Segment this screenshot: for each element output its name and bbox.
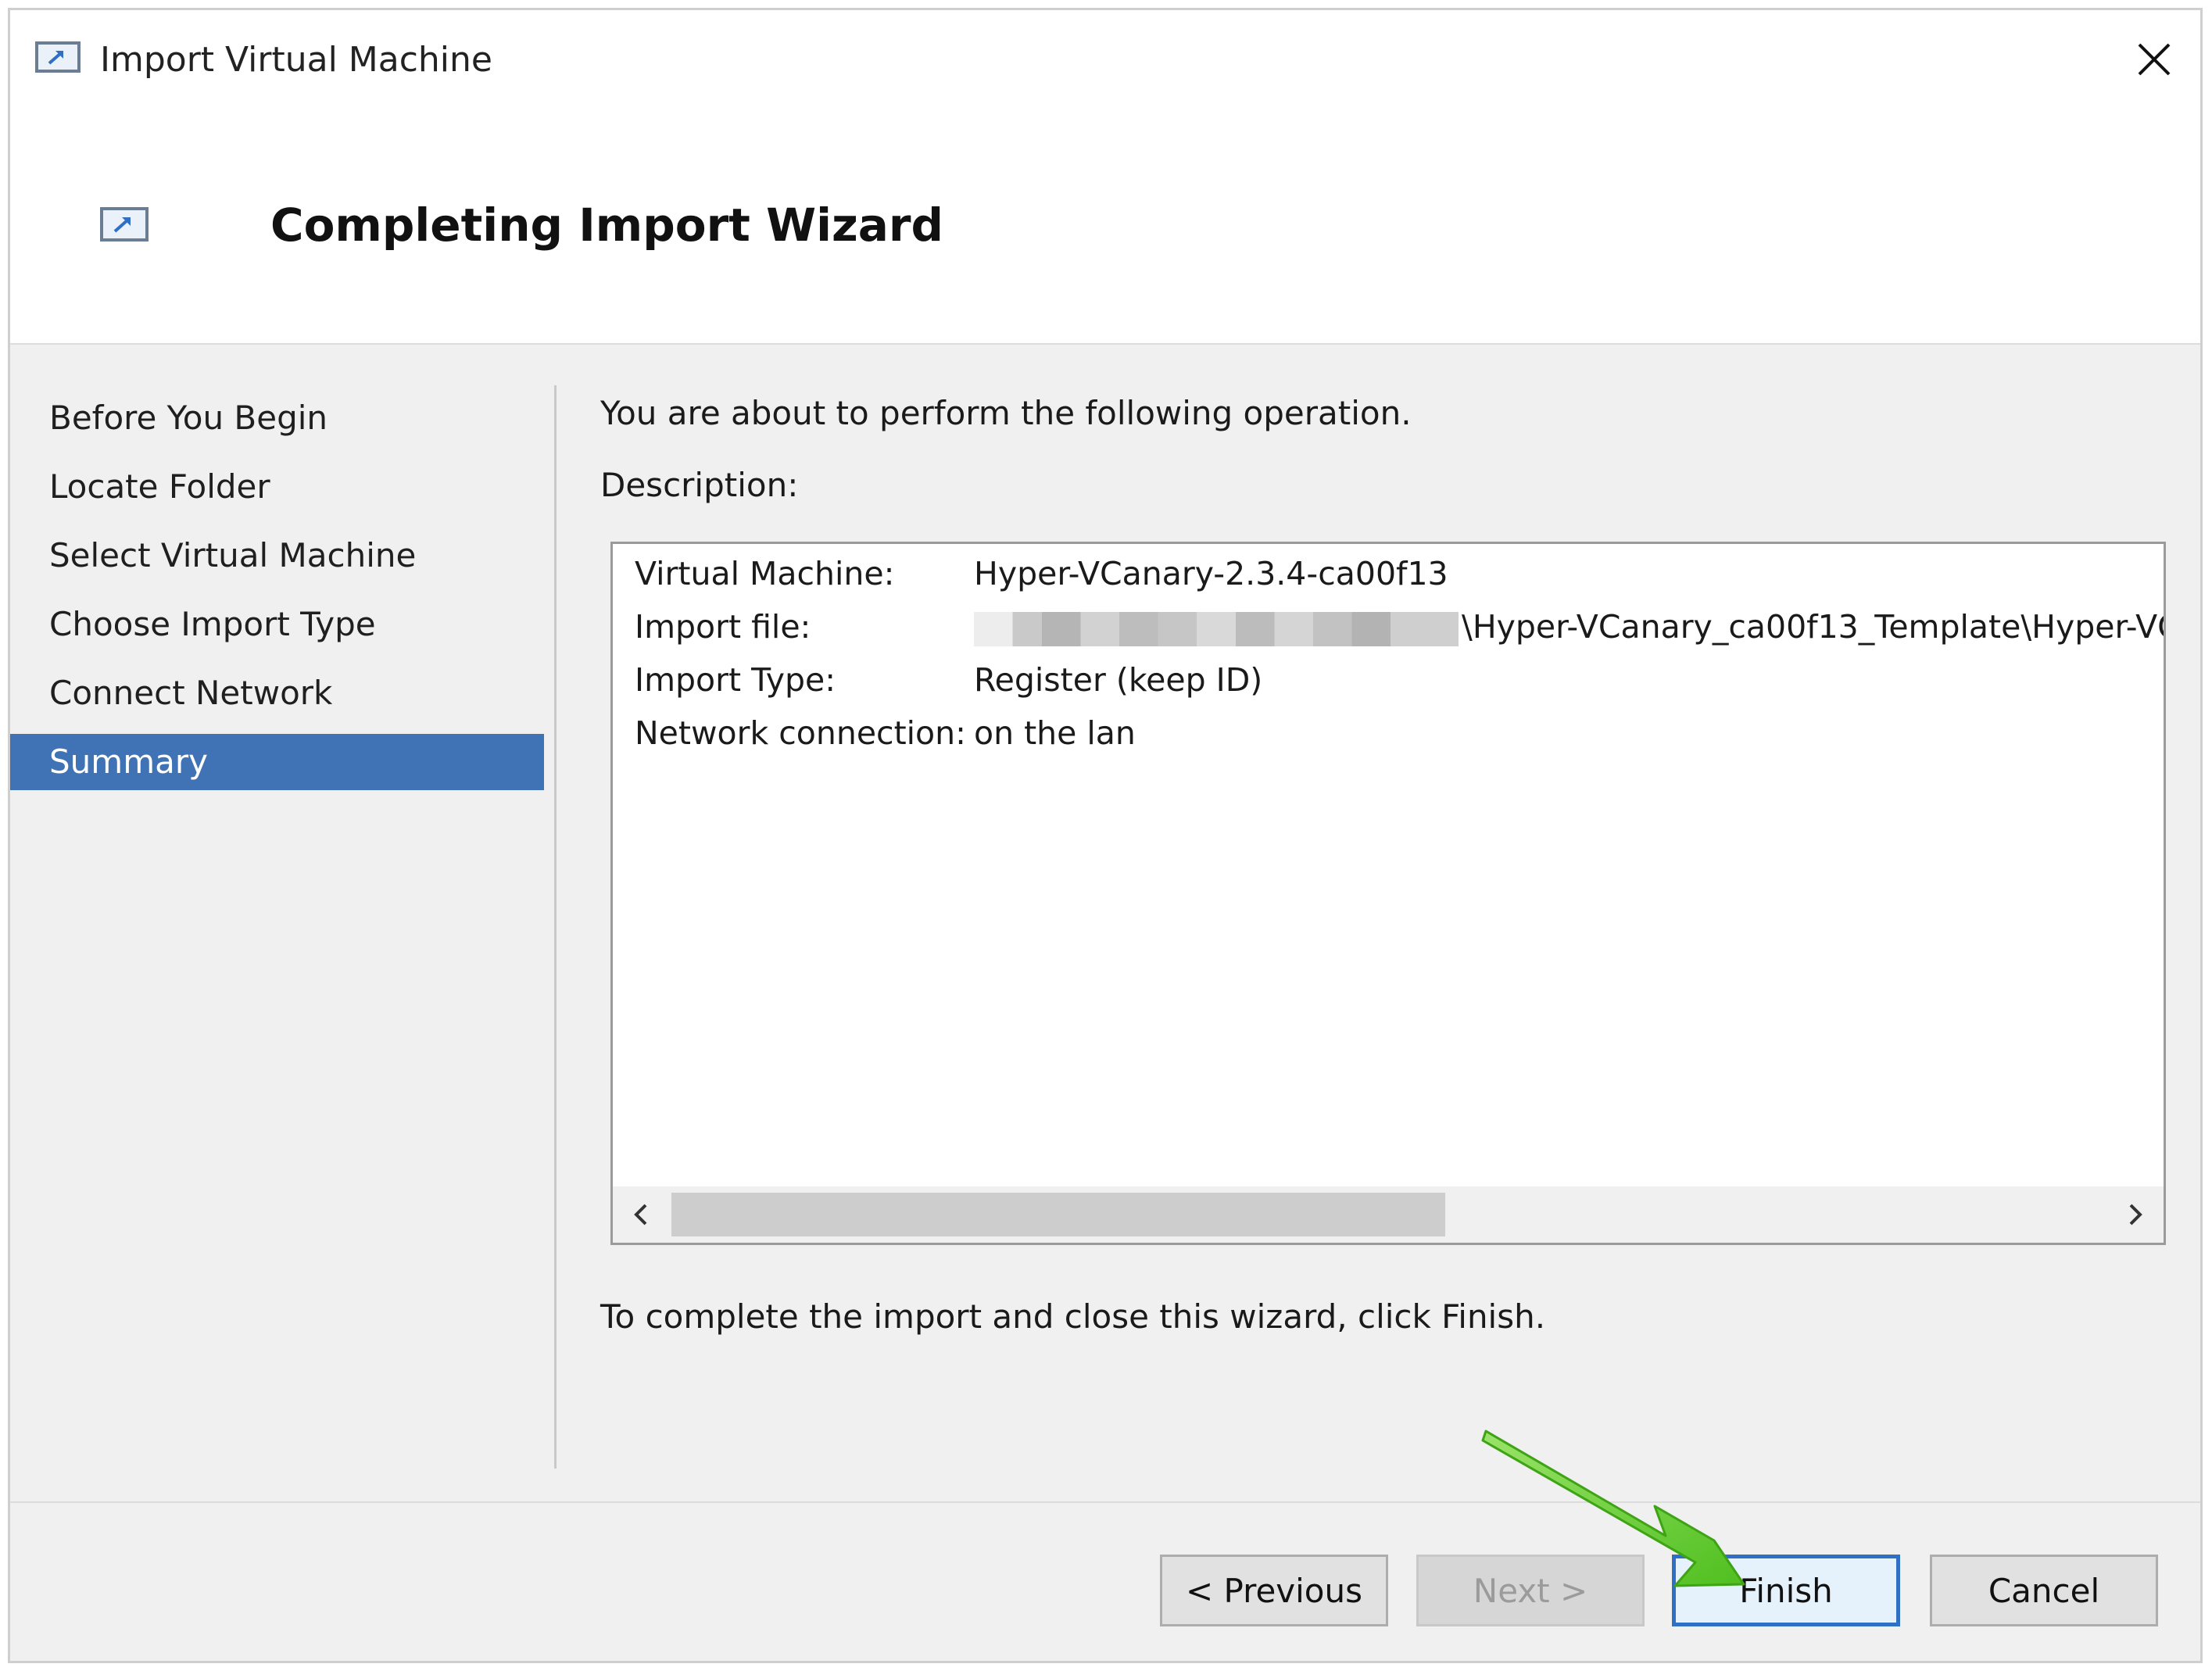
row-value: Hyper-VCanary-2.3.4-ca00f13 bbox=[974, 555, 1448, 592]
finish-button[interactable]: Finish bbox=[1672, 1555, 1900, 1626]
row-value: on the lan bbox=[974, 714, 1136, 752]
next-button[interactable]: Next > bbox=[1416, 1555, 1645, 1626]
cancel-button[interactable]: Cancel bbox=[1930, 1555, 2158, 1626]
scroll-right-button[interactable] bbox=[2107, 1186, 2164, 1243]
scroll-left-button[interactable] bbox=[613, 1186, 669, 1243]
description-label: Description: bbox=[600, 466, 799, 504]
row-value: Register (keep ID) bbox=[974, 661, 1263, 699]
wizard-steps-nav: Before You Begin Locate Folder Select Vi… bbox=[10, 343, 544, 1469]
nav-divider bbox=[554, 385, 557, 1469]
chevron-right-icon bbox=[2129, 1204, 2142, 1226]
previous-button[interactable]: < Previous bbox=[1160, 1555, 1388, 1626]
import-vm-icon bbox=[100, 207, 149, 242]
window-title: Import Virtual Machine bbox=[100, 40, 492, 80]
row-key: Network connection: bbox=[635, 714, 966, 752]
horizontal-scrollbar[interactable] bbox=[613, 1186, 2164, 1243]
nav-item-summary[interactable]: Summary bbox=[10, 734, 544, 790]
row-key: Import file: bbox=[635, 608, 811, 646]
nav-item-select-virtual-machine[interactable]: Select Virtual Machine bbox=[10, 528, 544, 584]
close-icon bbox=[2138, 43, 2171, 76]
footer-divider bbox=[10, 1501, 2200, 1503]
row-value-wrap: \Hyper-VCanary_ca00f13_Template\Hyper-VC bbox=[974, 603, 2166, 650]
chevron-left-icon bbox=[634, 1204, 647, 1226]
wizard-header: Completing Import Wizard bbox=[10, 112, 2200, 345]
import-wizard-window: Import Virtual Machine Completing Import… bbox=[8, 8, 2203, 1663]
redacted-path bbox=[974, 612, 1459, 646]
row-key: Import Type: bbox=[635, 661, 836, 699]
intro-text: You are about to perform the following o… bbox=[600, 394, 1412, 432]
row-value: \Hyper-VCanary_ca00f13_Template\Hyper-VC bbox=[1462, 608, 2166, 646]
nav-item-choose-import-type[interactable]: Choose Import Type bbox=[10, 596, 544, 653]
close-button[interactable] bbox=[2127, 32, 2182, 87]
nav-item-before-you-begin[interactable]: Before You Begin bbox=[10, 390, 544, 446]
nav-item-locate-folder[interactable]: Locate Folder bbox=[10, 459, 544, 515]
scrollbar-thumb[interactable] bbox=[671, 1193, 1445, 1236]
nav-item-connect-network[interactable]: Connect Network bbox=[10, 665, 544, 721]
finish-instruction: To complete the import and close this wi… bbox=[600, 1297, 1546, 1336]
title-bar: Import Virtual Machine bbox=[10, 10, 2200, 112]
page-title: Completing Import Wizard bbox=[270, 199, 943, 252]
description-box[interactable]: Virtual Machine: Hyper-VCanary-2.3.4-ca0… bbox=[610, 542, 2166, 1245]
import-vm-icon bbox=[35, 41, 81, 73]
row-key: Virtual Machine: bbox=[635, 555, 895, 592]
